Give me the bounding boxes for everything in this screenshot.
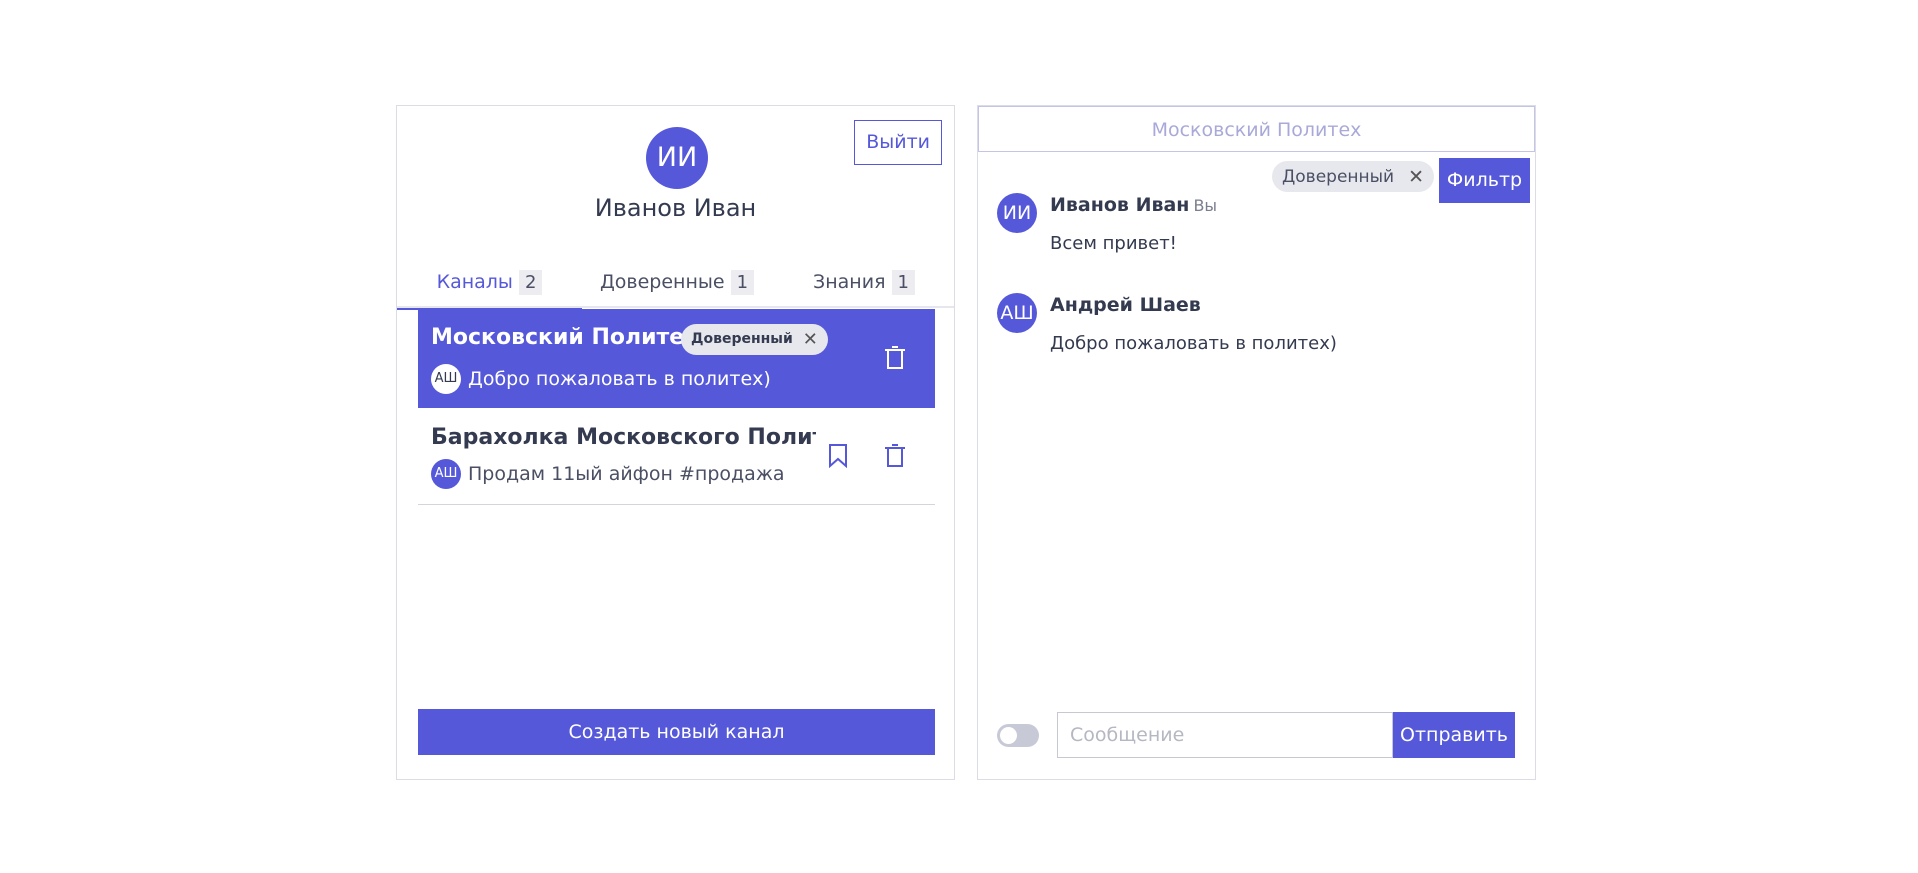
trash-icon[interactable] [880, 439, 910, 473]
you-label: Вы [1193, 196, 1218, 215]
last-message-text: Продам 11ый айфон #продажа [468, 463, 785, 485]
toggle-knob [1000, 727, 1017, 744]
tab-label: Знания [813, 271, 886, 293]
message-toggle[interactable] [997, 724, 1039, 747]
close-icon[interactable]: ✕ [803, 324, 818, 355]
avatar: АШ [431, 364, 461, 394]
create-channel-button[interactable]: Создать новый канал [418, 709, 935, 755]
last-message-text: Добро пожаловать в политех) [468, 368, 771, 390]
author-name: Андрей Шаев [1050, 294, 1201, 316]
close-icon[interactable]: ✕ [1408, 166, 1424, 188]
trusted-badge: Доверенный ✕ [681, 324, 828, 355]
channel-last-message: АШ Добро пожаловать в политех) [431, 364, 771, 394]
message-text: Всем привет! [1050, 233, 1177, 254]
channel-item[interactable]: Барахолка Московского Полите АШ Продам 1… [418, 408, 935, 505]
tab-label: Каналы [436, 271, 513, 293]
user-name: Иванов Иван [594, 194, 757, 222]
tab-knowledge[interactable]: Знания 1 [772, 256, 956, 308]
channel-title: Барахолка Московского Полите [431, 425, 816, 450]
tab-count: 1 [730, 269, 755, 295]
channels-panel: ИИ Иванов Иван Выйти Каналы 2 Доверенные… [396, 105, 955, 780]
tab-count: 2 [518, 269, 543, 295]
tab-trusted[interactable]: Доверенные 1 [582, 256, 772, 308]
filter-chip-label: Доверенный [1282, 166, 1395, 187]
message-text: Добро пожаловать в политех) [1050, 333, 1337, 354]
channel-last-message: АШ Продам 11ый айфон #продажа [431, 459, 785, 489]
avatar: ИИ [997, 193, 1037, 233]
send-button[interactable]: Отправить [1393, 712, 1515, 758]
channel-item[interactable]: Московский Политех Доверенный ✕ АШ Добро… [418, 309, 935, 408]
chat-panel: Московский Политех Доверенный ✕ Фильтр И… [977, 105, 1536, 780]
user-avatar: ИИ [646, 127, 708, 189]
tab-label: Доверенные [599, 271, 725, 293]
filter-chip: Доверенный ✕ [1272, 161, 1435, 192]
logout-button[interactable]: Выйти [854, 120, 942, 165]
avatar: АШ [997, 293, 1037, 333]
chat-channel-name: Московский Политех [978, 106, 1535, 152]
trash-icon[interactable] [880, 341, 910, 375]
tab-channels[interactable]: Каналы 2 [397, 256, 582, 310]
avatar: АШ [431, 459, 461, 489]
channel-title: Московский Политех [431, 325, 699, 350]
message-input[interactable] [1057, 712, 1393, 758]
message-author: Андрей Шаев [1050, 294, 1201, 316]
filter-button[interactable]: Фильтр [1439, 158, 1530, 203]
author-name: Иванов Иван [1050, 194, 1190, 216]
tab-count: 1 [891, 269, 915, 295]
badge-label: Доверенный [691, 331, 793, 347]
message-author: Иванов Иван Вы [1050, 194, 1217, 216]
bookmark-icon[interactable] [823, 439, 853, 473]
tabs-bar: Каналы 2 Доверенные 1 Знания 1 [397, 256, 956, 310]
